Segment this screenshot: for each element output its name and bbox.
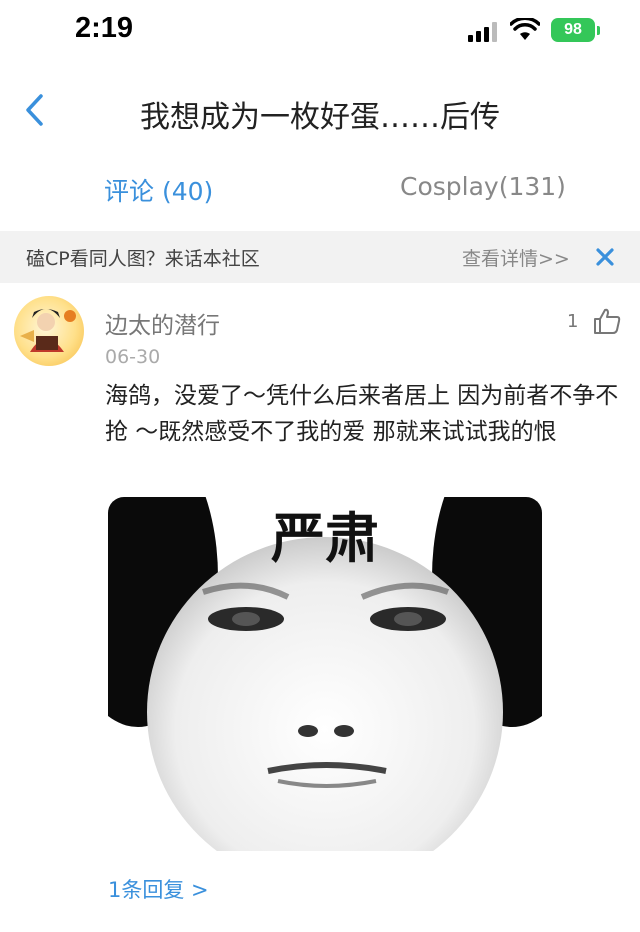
nav-bar: 我想成为一枚好蛋……后传 — [0, 72, 640, 148]
like-count: 1 — [567, 311, 579, 332]
tab-cosplay[interactable]: Cosplay(131) — [400, 172, 566, 201]
promo-banner: 磕CP看同人图？来话本社区 查看详情>> — [0, 231, 640, 283]
wifi-icon — [510, 18, 540, 40]
close-icon[interactable] — [595, 244, 615, 268]
status-bar: 2:19 98 — [0, 0, 640, 64]
comment-date: 06-30 — [105, 346, 161, 368]
thumbs-up-icon[interactable] — [592, 306, 622, 336]
avatar[interactable] — [14, 296, 84, 366]
battery-level: 98 — [551, 18, 595, 42]
comment-image[interactable]: 严肃 — [108, 497, 542, 851]
meme-face-image: 严肃 — [108, 497, 542, 851]
banner-text: 磕CP看同人图？来话本社区 — [26, 248, 260, 270]
cellular-signal-icon — [468, 22, 497, 42]
avatar-image — [20, 309, 76, 352]
banner-details-link[interactable]: 查看详情>> — [462, 244, 570, 271]
status-time: 2:19 — [75, 12, 134, 44]
view-replies-link[interactable]: 1条回复 > — [108, 874, 209, 904]
tab-comments[interactable]: 评论 (40) — [104, 172, 213, 208]
battery-tip — [597, 26, 600, 35]
page-title: 我想成为一枚好蛋……后传 — [140, 100, 500, 135]
comment-text: 海鸽，没爱了～凭什么后来者居上 因为前者不争不抢 ～既然感受不了我的爱 那就来试… — [105, 383, 619, 445]
comment-username[interactable]: 边太的潜行 — [105, 306, 220, 340]
tab-bar: 评论 (40) Cosplay(131) — [0, 150, 640, 226]
meme-caption: 严肃 — [271, 507, 379, 570]
